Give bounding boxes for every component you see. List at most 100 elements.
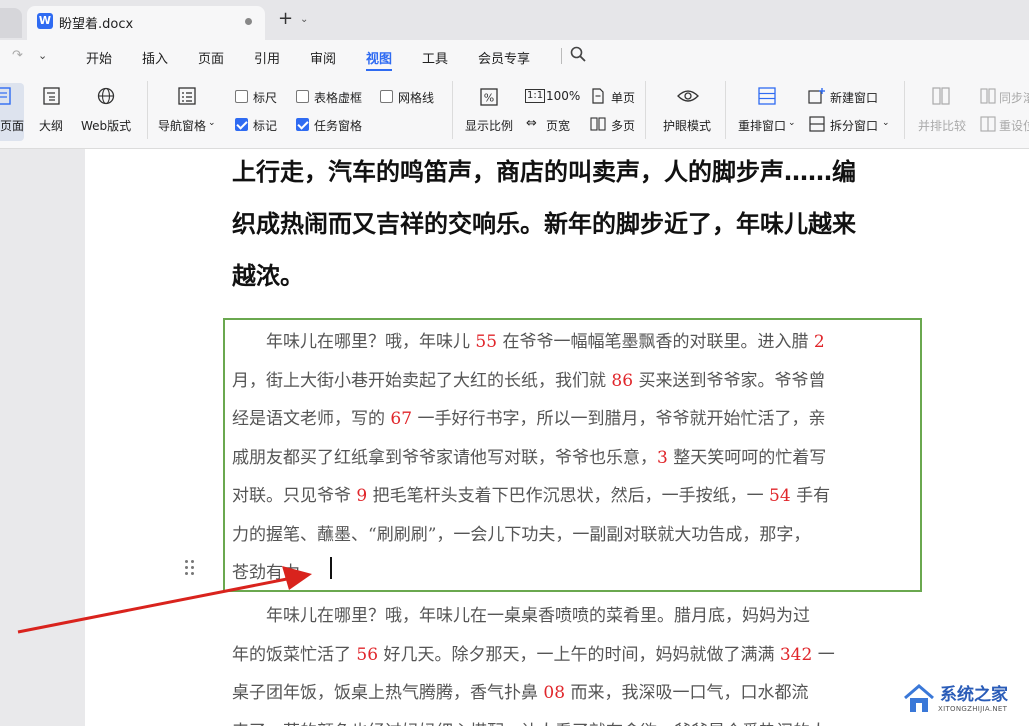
paragraph-line: 年味儿在哪里？哦，年味儿在一桌桌香喷喷的菜肴里。腊月底，妈妈为过	[232, 601, 922, 626]
inline-number: 55	[475, 332, 498, 352]
menu-review[interactable]: 审阅	[310, 48, 336, 67]
side-by-side-icon[interactable]	[931, 86, 951, 106]
text-run: 对联。只见爷爷	[232, 486, 357, 506]
paragraph-line: 戚朋友都买了红纸拿到爷爷家请他写对联，爷爷也乐意，3 整天笑呵呵的忙着写	[232, 443, 922, 468]
new-window-icon	[808, 88, 825, 104]
heading-line: 织成热闹而又吉祥的交响乐。新年的脚步近了，年味儿越来	[232, 210, 856, 238]
globe-icon[interactable]	[96, 86, 116, 106]
split-window-button[interactable]: 拆分窗口	[830, 117, 878, 134]
page-view-label: 页面	[0, 119, 25, 133]
single-page-button[interactable]: 单页	[611, 89, 635, 106]
eye-icon[interactable]	[677, 88, 699, 104]
chevron-down-icon[interactable]: ⌄	[300, 14, 308, 25]
navigation-pane-icon[interactable]	[177, 86, 197, 106]
menu-home[interactable]: 开始	[86, 48, 112, 67]
title-bar: W 盼望着.docx + ⌄	[0, 0, 1029, 40]
task-pane-checkbox[interactable]	[296, 118, 309, 131]
house-logo-icon	[904, 684, 934, 712]
inline-number: 56	[356, 644, 379, 665]
text-run: 一手好行书字，所以一到腊月，爷爷就开始忙活了，亲	[412, 409, 826, 429]
zoom-button[interactable]: 显示比例	[465, 117, 513, 134]
reset-position-button[interactable]: 重设位	[999, 117, 1029, 134]
drag-handle-icon[interactable]	[185, 560, 195, 578]
reset-position-icon	[980, 116, 996, 132]
outline-icon[interactable]	[42, 86, 62, 106]
table-gridlines-label: 表格虚框	[314, 91, 363, 105]
watermark-subtitle: XITONGZHIJIA.NET	[938, 705, 1008, 713]
web-layout-button[interactable]: Web版式	[81, 117, 131, 134]
page-width-button[interactable]: 页宽	[546, 117, 570, 134]
task-pane-label: 任务窗格	[314, 119, 363, 133]
new-tab-button[interactable]: +	[278, 10, 293, 28]
menu-insert[interactable]: 插入	[142, 48, 168, 67]
arrange-windows-icon[interactable]	[757, 86, 777, 106]
outline-button[interactable]: 大纲	[39, 117, 63, 134]
menu-view[interactable]: 视图	[366, 48, 392, 67]
page-view-icon	[0, 87, 11, 105]
chevron-down-icon[interactable]: ⌄	[38, 49, 47, 62]
inline-number: 67	[390, 409, 413, 429]
paragraph-line: 苍劲有力。	[232, 558, 922, 583]
zoom-100-button[interactable]: 100%	[546, 89, 580, 103]
paragraph-line: 桌子团年饭，饭桌上热气腾腾，香气扑鼻 08 而来，我深吸一口气，口水都流	[232, 678, 922, 703]
text-run: 年味儿在哪里？哦，年味儿在一桌桌香喷喷的菜肴里。腊月底，妈妈为过	[232, 606, 810, 626]
site-watermark: 系统之家 XITONGZHIJIA.NET	[898, 674, 1029, 726]
sync-scroll-icon	[980, 88, 996, 104]
ribbon-divider	[147, 81, 148, 139]
gridlines-checkbox[interactable]	[380, 90, 393, 103]
mark-label: 标记	[253, 119, 278, 133]
text-run: 月，街上大街小巷开始卖起了大红的长纸，我们就	[232, 370, 612, 391]
ruler-label: 标尺	[253, 91, 278, 105]
gridlines-label: 网格线	[398, 91, 435, 105]
paragraph-line: 对联。只见爷爷 9 把毛笔杆头支着下巴作沉思状，然后，一手按纸，一 54 手有	[232, 481, 922, 506]
menu-divider	[561, 48, 562, 64]
text-run: 整天笑呵呵的忙着写	[667, 447, 827, 468]
unsaved-indicator-icon[interactable]	[245, 18, 252, 25]
text-run: 在爷爷一幅幅笔墨飘香的对联里。进入腊	[497, 332, 814, 352]
inline-number: 2	[813, 332, 825, 352]
text-run: 手有	[790, 486, 831, 506]
ruler-checkbox[interactable]	[235, 90, 248, 103]
text-run: 力的握笔、蘸墨、“刷刷刷”，一会儿下功夫，一副副对联就大功告成，那字，	[232, 524, 811, 545]
search-icon[interactable]	[570, 46, 586, 62]
menu-tools[interactable]: 工具	[422, 48, 448, 67]
text-run: 来了。菜的颜色也经过妈妈细心搭配，让人看了就有食欲。爷爷是个爱热闹的人	[232, 722, 827, 726]
inline-number: 3	[657, 447, 668, 468]
wps-writer-icon: W	[37, 13, 53, 29]
paragraph-line: 经是语文老师，写的 67 一手好行书字，所以一到腊月，爷爷就开始忙活了，亲	[232, 404, 922, 429]
new-window-button[interactable]: 新建窗口	[830, 89, 878, 106]
svg-text:%: %	[484, 92, 494, 105]
eye-protection-button[interactable]: 护眼模式	[663, 117, 711, 134]
menu-member[interactable]: 会员专享	[478, 48, 530, 67]
menu-references[interactable]: 引用	[254, 48, 280, 67]
text-run: 一	[812, 644, 835, 665]
ribbon-divider	[904, 81, 905, 139]
chevron-down-icon[interactable]: ⌄	[882, 118, 890, 128]
paragraph-line: 月，街上大街小巷开始卖起了大红的长纸，我们就 86 买来送到爷爷家。爷爷曾	[232, 366, 922, 391]
menu-page[interactable]: 页面	[198, 48, 224, 67]
chevron-down-icon[interactable]: ⌄	[208, 118, 216, 128]
multi-page-button[interactable]: 多页	[611, 117, 635, 134]
text-run: 苍劲有力。	[232, 563, 317, 583]
sync-scroll-button[interactable]: 同步滚	[999, 89, 1029, 106]
inline-number: 08	[543, 683, 566, 703]
side-by-side-button[interactable]: 并排比较	[918, 117, 966, 134]
paragraph-line: 力的握笔、蘸墨、“刷刷刷”，一会儿下功夫，一副副对联就大功告成，那字，	[232, 520, 922, 545]
text-cursor	[330, 557, 332, 579]
actual-size-icon: 1:1	[525, 89, 546, 103]
inline-number: 86	[611, 370, 634, 391]
text-run: 年味儿在哪里？哦，年味儿	[232, 332, 476, 352]
paragraph-line: 来了。菜的颜色也经过妈妈细心搭配，让人看了就有食欲。爷爷是个爱热闹的人	[232, 717, 922, 726]
view-ribbon: 页面 大纲 Web版式 导航窗格 ⌄ 标尺 标记 表格虚框 任务窗格 网格线 %…	[0, 73, 1029, 149]
navigation-pane-button[interactable]: 导航窗格	[158, 117, 206, 134]
ribbon-divider	[452, 81, 453, 139]
previous-tab[interactable]	[0, 8, 22, 38]
mark-checkbox[interactable]	[235, 118, 248, 131]
arrange-windows-button[interactable]: 重排窗口	[738, 117, 786, 134]
document-tab[interactable]: W 盼望着.docx	[27, 6, 265, 40]
redo-icon[interactable]: ↷	[12, 48, 23, 63]
text-run: 戚朋友都买了红纸拿到爷爷家请他写对联，爷爷也乐意，	[232, 447, 657, 468]
zoom-percent-icon[interactable]: %	[479, 87, 499, 107]
table-gridlines-checkbox[interactable]	[296, 90, 309, 103]
chevron-down-icon[interactable]: ⌄	[788, 118, 796, 128]
